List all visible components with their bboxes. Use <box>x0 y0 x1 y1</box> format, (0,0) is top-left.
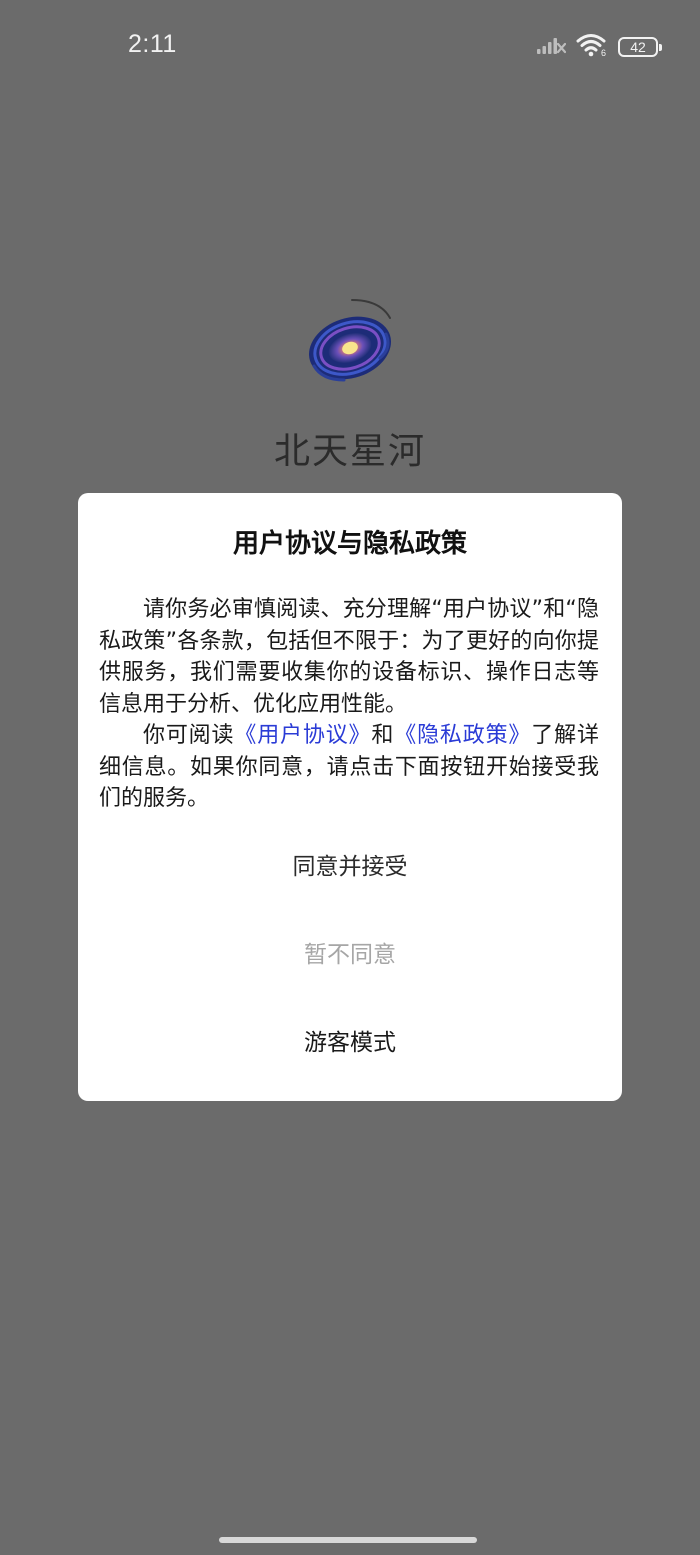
status-icons: 6 42 <box>536 33 662 61</box>
galaxy-logo-icon <box>300 296 400 396</box>
privacy-dialog: 用户协议与隐私政策 请你务必审慎阅读、充分理解“用户协议”和“隐私政策”各条款，… <box>78 493 622 1101</box>
signal-icon <box>536 34 567 60</box>
dialog-paragraph-2: 你可阅读《用户协议》和《隐私政策》了解详细信息。如果你同意，请点击下面按钮开始接… <box>99 720 599 815</box>
svg-text:6: 6 <box>601 48 606 57</box>
battery-icon: 42 <box>618 37 662 57</box>
dialog-paragraph-1: 请你务必审慎阅读、充分理解“用户协议”和“隐私政策”各条款，包括但不限于：为了更… <box>99 597 599 717</box>
wifi-icon: 6 <box>576 33 608 61</box>
guest-mode-button[interactable]: 游客模式 <box>78 1015 622 1071</box>
privacy-policy-link[interactable]: 《隐私政策》 <box>394 723 531 748</box>
user-agreement-link[interactable]: 《用户协议》 <box>234 723 371 748</box>
status-bar: 2:11 6 42 <box>0 0 700 92</box>
app-name: 北天星河 <box>273 431 426 472</box>
dialog-body: 请你务必审慎阅读、充分理解“用户协议”和“隐私政策”各条款，包括但不限于：为了更… <box>99 594 599 815</box>
decline-button[interactable]: 暂不同意 <box>78 927 622 983</box>
paragraph-2-and: 和 <box>371 723 395 748</box>
home-indicator[interactable] <box>219 1537 477 1543</box>
dialog-title: 用户协议与隐私政策 <box>232 529 467 559</box>
paragraph-2-prefix: 你可阅读 <box>143 723 235 748</box>
agree-button[interactable]: 同意并接受 <box>78 839 622 895</box>
status-time: 2:11 <box>128 30 177 58</box>
